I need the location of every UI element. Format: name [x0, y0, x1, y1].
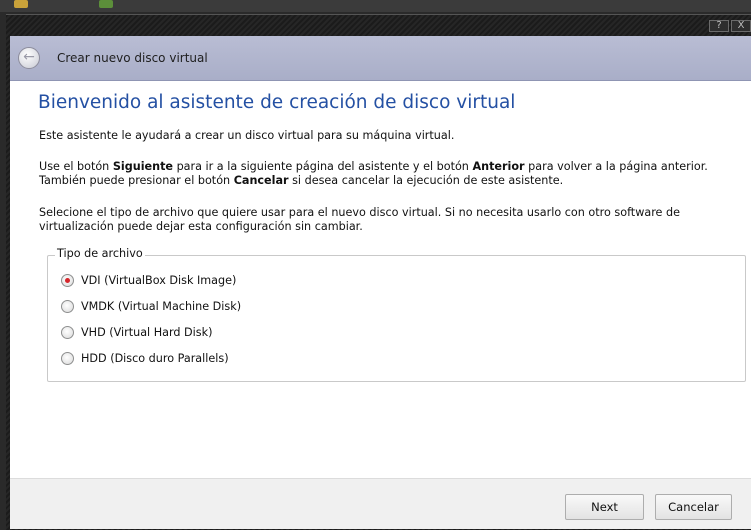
help-button[interactable]: ?: [709, 20, 729, 32]
intro-text: Este asistente le ayudará a crear un dis…: [39, 129, 455, 142]
radio-label: VDI (VirtualBox Disk Image): [81, 273, 237, 287]
wizard-header-title: Crear nuevo disco virtual: [57, 51, 208, 65]
radio-label: VMDK (Virtual Machine Disk): [81, 299, 242, 313]
wizard-dialog: ← Crear nuevo disco virtual Bienvenido a…: [10, 36, 751, 529]
radio-option-vmdk[interactable]: VMDK (Virtual Machine Disk): [61, 298, 241, 314]
radio-button[interactable]: [61, 325, 74, 339]
back-arrow-icon[interactable]: ←: [18, 47, 40, 69]
cancel-button[interactable]: Cancelar: [655, 494, 732, 520]
radio-label: VHD (Virtual Hard Disk): [81, 325, 213, 339]
file-type-help-line-2: virtualización puede dejar esta configur…: [39, 220, 363, 233]
radio-option-vhd[interactable]: VHD (Virtual Hard Disk): [61, 324, 212, 340]
wizard-footer: Next Cancelar: [10, 478, 751, 529]
instructions-line-2: También puede presionar el botón Cancela…: [39, 174, 564, 187]
radio-button[interactable]: [61, 299, 74, 313]
close-button[interactable]: X: [731, 20, 751, 32]
wizard-header: ← Crear nuevo disco virtual: [10, 36, 751, 81]
next-button[interactable]: Next: [565, 494, 644, 520]
title-bar-buttons: ? X: [709, 20, 751, 32]
radio-option-hdd[interactable]: HDD (Disco duro Parallels): [61, 350, 229, 366]
page-title: Bienvenido al asistente de creación de d…: [38, 92, 516, 113]
file-type-legend: Tipo de archivo: [55, 247, 145, 260]
desktop-shortcut-icon: [14, 0, 28, 8]
radio-label: HDD (Disco duro Parallels): [81, 351, 229, 365]
radio-option-vdi[interactable]: VDI (VirtualBox Disk Image): [61, 272, 236, 288]
file-type-help-line-1: Selecione el tipo de archivo que quiere …: [39, 206, 680, 219]
desktop-shortcut-icon: [99, 0, 113, 8]
instructions-line-1: Use el botón Siguiente para ir a la sigu…: [39, 160, 708, 173]
desktop-strip: [0, 0, 751, 12]
radio-button[interactable]: [61, 351, 74, 365]
radio-button[interactable]: [61, 273, 74, 287]
